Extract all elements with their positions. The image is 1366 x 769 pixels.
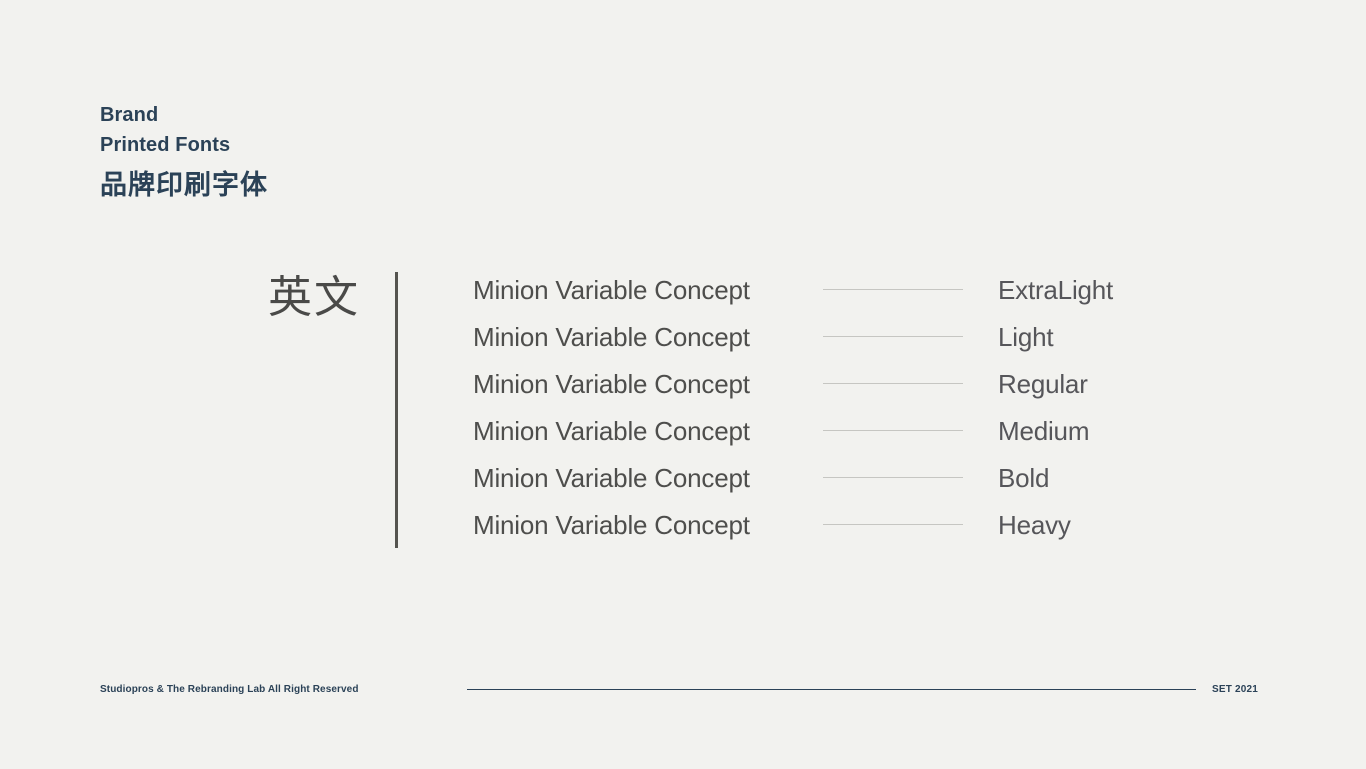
font-weight-row-list: Minion Variable Concept ExtraLight Minio… <box>473 266 1193 548</box>
font-sample-text: Minion Variable Concept <box>473 462 750 493</box>
table-row: Minion Variable Concept ExtraLight <box>473 266 1193 313</box>
connector-line <box>823 477 963 478</box>
table-row: Minion Variable Concept Light <box>473 313 1193 360</box>
font-sample-text: Minion Variable Concept <box>473 274 750 305</box>
connector-line <box>823 430 963 431</box>
font-sample-text: Minion Variable Concept <box>473 509 750 540</box>
table-row: Minion Variable Concept Medium <box>473 407 1193 454</box>
slide-canvas: Brand Printed Fonts 品牌印刷字体 英文 Minion Var… <box>0 0 1366 769</box>
section-label-english-cjk: 英文 <box>268 272 360 323</box>
footer-credit-text: Studiopros & The Rebranding Lab All Righ… <box>100 684 359 695</box>
font-weight-label: Bold <box>998 462 1050 493</box>
connector-line <box>823 524 963 525</box>
font-weight-label: Regular <box>998 368 1088 399</box>
font-specimen-area: 英文 Minion Variable Concept ExtraLight Mi… <box>0 0 1366 769</box>
font-weight-label: Heavy <box>998 509 1071 540</box>
font-sample-text: Minion Variable Concept <box>473 321 750 352</box>
slide-footer: Studiopros & The Rebranding Lab All Righ… <box>0 680 1366 700</box>
font-sample-text: Minion Variable Concept <box>473 415 750 446</box>
connector-line <box>823 289 963 290</box>
table-row: Minion Variable Concept Heavy <box>473 501 1193 548</box>
connector-line <box>823 383 963 384</box>
font-sample-text: Minion Variable Concept <box>473 368 750 399</box>
font-weight-label: Light <box>998 321 1054 352</box>
table-row: Minion Variable Concept Regular <box>473 360 1193 407</box>
footer-divider-rule <box>467 689 1196 690</box>
table-row: Minion Variable Concept Bold <box>473 454 1193 501</box>
vertical-divider-bar <box>395 272 398 548</box>
font-weight-label: ExtraLight <box>998 274 1114 305</box>
font-weight-label: Medium <box>998 415 1090 446</box>
connector-line <box>823 336 963 337</box>
footer-set-label: SET 2021 <box>1212 684 1259 695</box>
